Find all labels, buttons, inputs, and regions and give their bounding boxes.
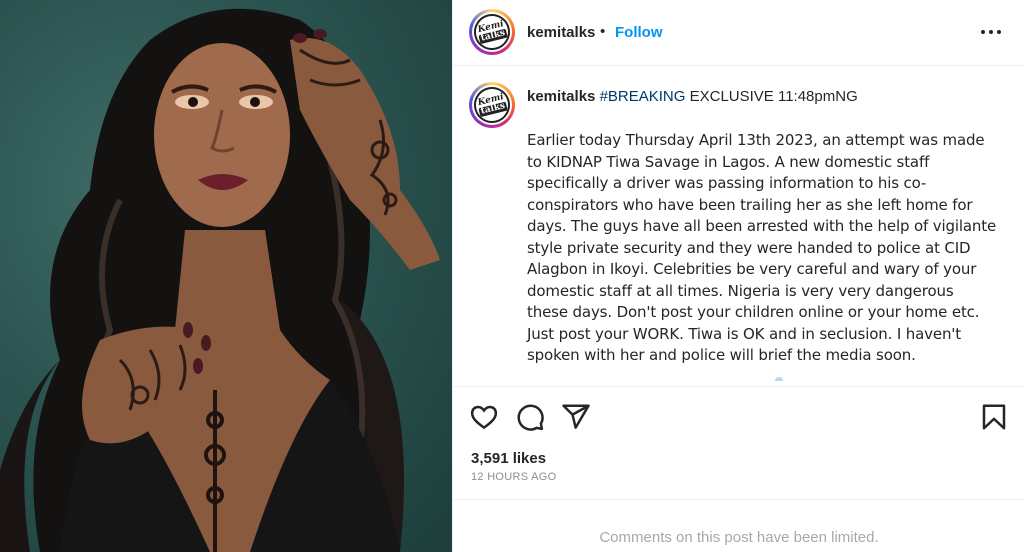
portrait-illustration: [0, 8, 440, 552]
bookmark-icon[interactable]: [979, 402, 1009, 432]
hashtag-link[interactable]: #BREAKING: [600, 88, 686, 105]
header-username-link[interactable]: kemitalks: [527, 24, 595, 41]
caption-headline-text: EXCLUSIVE 11:48pmNG: [689, 88, 858, 105]
caption-section: Kemi talks kemitalks #BREAKING EXCLUSIVE…: [453, 66, 1024, 386]
caption-avatar[interactable]: Kemi talks: [469, 82, 515, 128]
comments-limited-notice: Comments on this post have been limited.: [453, 499, 1024, 552]
more-horizontal-icon[interactable]: [979, 22, 1003, 42]
profile-avatar[interactable]: Kemi talks: [469, 9, 515, 55]
send-icon[interactable]: [561, 402, 591, 432]
likes-count[interactable]: 3,591 likes: [471, 450, 546, 467]
avatar-logo: Kemi talks: [470, 83, 514, 127]
caption-body: Earlier today Thursday April 13th 2023, …: [527, 131, 997, 364]
post-image[interactable]: [0, 0, 452, 552]
caption-headline: kemitalks #BREAKING EXCLUSIVE 11:48pmNG: [527, 88, 858, 105]
separator-dot: •: [600, 23, 606, 40]
follow-button[interactable]: Follow: [615, 24, 663, 41]
scroll-indicator: [775, 377, 783, 381]
avatar-logo: Kemi talks: [470, 10, 514, 54]
post-header: Kemi talks kemitalks • Follow: [453, 0, 1024, 66]
comment-icon[interactable]: [515, 402, 545, 432]
heart-icon[interactable]: [469, 402, 499, 432]
post-details-panel: Kemi talks kemitalks • Follow Kemi talks: [452, 0, 1024, 552]
action-bar: [453, 386, 1024, 446]
caption-username-link[interactable]: kemitalks: [527, 88, 595, 105]
post-timestamp[interactable]: 12 HOURS AGO: [471, 471, 557, 483]
